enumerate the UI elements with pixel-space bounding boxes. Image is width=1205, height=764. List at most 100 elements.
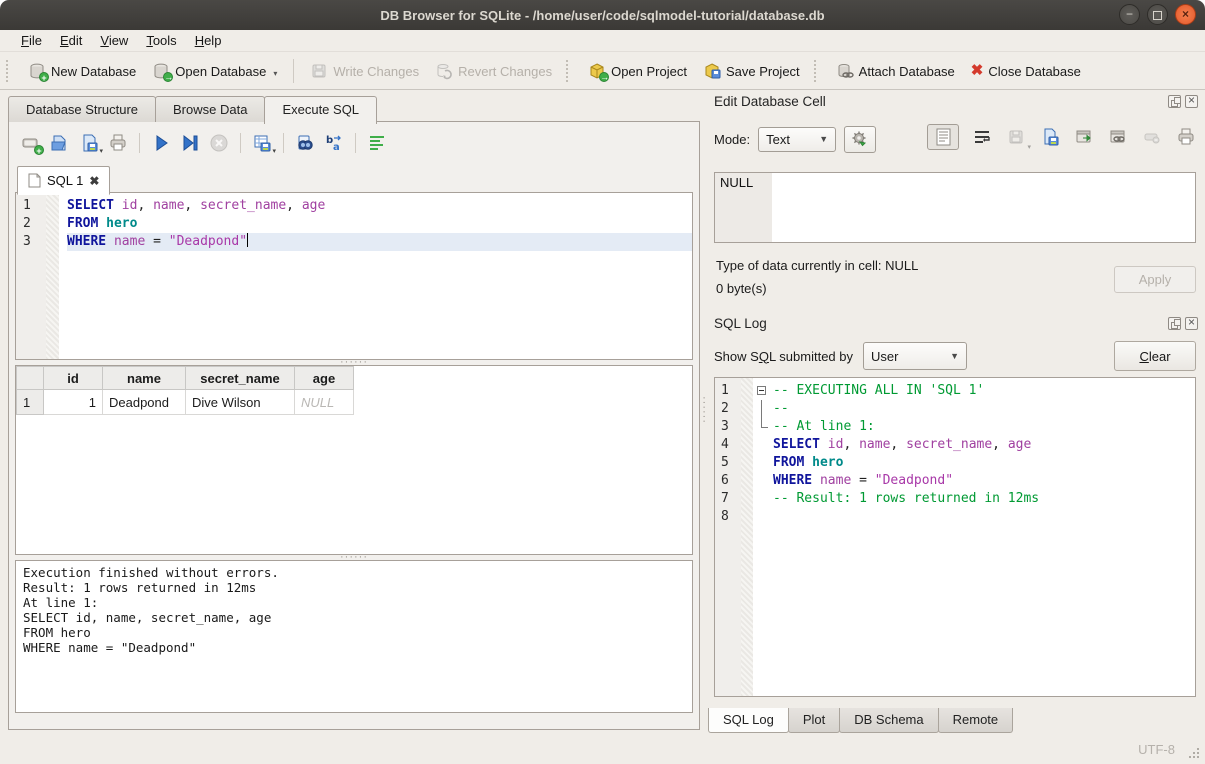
save-results-icon[interactable]: ▾ — [252, 133, 272, 153]
menu-view[interactable]: View — [91, 32, 137, 49]
dock-tab-remote[interactable]: Remote — [938, 708, 1014, 733]
print-cell-icon[interactable] — [1175, 125, 1197, 149]
fold-marker-icon[interactable] — [754, 400, 771, 418]
table-cell[interactable]: Dive Wilson — [186, 390, 295, 415]
toolbar-drag-handle[interactable] — [814, 60, 824, 82]
menu-tools[interactable]: Tools — [137, 32, 185, 49]
svg-text:a: a — [333, 142, 340, 153]
save-results-dropdown-icon[interactable]: ▾ — [272, 147, 276, 155]
toolbar-drag-handle[interactable] — [6, 60, 16, 82]
mode-select[interactable]: Text ▼ — [758, 127, 836, 152]
tab-browse-data[interactable]: Browse Data — [155, 96, 265, 122]
code-line: 4SELECT id, name, secret_name, age — [715, 436, 1195, 454]
window-title: DB Browser for SQLite - /home/user/code/… — [380, 8, 824, 23]
import-file-icon[interactable]: ▾ — [1005, 125, 1027, 149]
write-changes-icon — [310, 62, 328, 80]
tab-execute-sql[interactable]: Execute SQL — [264, 96, 377, 124]
stop-execution-icon[interactable] — [209, 133, 229, 153]
toolbar-drag-handle[interactable] — [566, 60, 576, 82]
execute-current-line-icon[interactable] — [180, 133, 200, 153]
table-cell[interactable]: NULL — [295, 390, 354, 415]
cell-size-info: 0 byte(s) — [716, 281, 767, 296]
close-database-label: Close Database — [988, 64, 1081, 79]
table-row[interactable]: 11DeadpondDive WilsonNULL — [17, 390, 354, 415]
maximize-button[interactable] — [1147, 4, 1168, 25]
column-header-name[interactable]: name — [103, 367, 186, 390]
apply-button[interactable]: Apply — [1114, 266, 1196, 293]
submitted-by-select[interactable]: User ▼ — [863, 342, 967, 370]
column-header-age[interactable]: age — [295, 367, 354, 390]
new-sql-tab-icon[interactable]: + — [21, 133, 41, 153]
write-changes-button[interactable]: Write Changes — [302, 57, 427, 85]
menu-edit[interactable]: Edit — [51, 32, 91, 49]
column-header-id[interactable]: id — [44, 367, 103, 390]
text-mode-icon[interactable] — [927, 124, 959, 150]
open-database-button[interactable]: → Open Database ▾ — [144, 57, 285, 85]
tab-database-structure[interactable]: Database Structure — [8, 96, 156, 122]
attach-database-button[interactable]: Attach Database — [828, 57, 963, 85]
execution-message-box[interactable]: Execution finished without errors. Resul… — [15, 560, 693, 713]
line-number: 1 — [715, 382, 739, 400]
close-database-button[interactable]: ✖ Close Database — [963, 57, 1089, 85]
editor-code-area[interactable]: 1SELECT id, name, secret_name, age2FROM … — [16, 193, 692, 251]
sql-log-close-icon[interactable] — [1185, 317, 1198, 330]
sql-log-view[interactable]: 1-- EXECUTING ALL IN 'SQL 1'2--3-- At li… — [714, 377, 1196, 697]
sql-editor[interactable]: 1SELECT id, name, secret_name, age2FROM … — [15, 192, 693, 360]
encoding-status: UTF-8 — [1138, 742, 1175, 757]
sql-1-tab[interactable]: SQL 1 ✖ — [17, 166, 110, 195]
table-cell[interactable]: 1 — [44, 390, 103, 415]
open-project-button[interactable]: → Open Project — [580, 57, 695, 85]
open-sql-file-icon[interactable] — [50, 133, 70, 153]
print-sql-icon[interactable] — [108, 133, 128, 153]
line-number: 7 — [715, 490, 739, 508]
clear-button[interactable]: Clear — [1114, 341, 1196, 371]
edit-cell-mode-row: Mode: Text ▼ — [714, 126, 876, 152]
close-button[interactable]: × — [1175, 4, 1196, 25]
sql-toolbar-separator — [355, 133, 356, 153]
find-replace-icon[interactable]: ba — [324, 133, 344, 153]
auto-format-icon[interactable] — [367, 133, 387, 153]
project-open-icon: → — [588, 62, 606, 80]
line-number: 5 — [715, 454, 739, 472]
main-toolbar: + New Database → Open Database ▾ Write C… — [0, 53, 1205, 90]
save-project-button[interactable]: Save Project — [695, 57, 808, 85]
save-sql-file-icon[interactable]: ▾ — [79, 133, 99, 153]
save-as-icon[interactable] — [1039, 125, 1061, 149]
revert-changes-button[interactable]: Revert Changes — [427, 57, 560, 85]
execute-all-icon[interactable] — [151, 133, 171, 153]
dock-tab-db-schema[interactable]: DB Schema — [839, 708, 938, 733]
find-icon[interactable] — [295, 133, 315, 153]
results-grid[interactable]: idnamesecret_nameage11DeadpondDive Wilso… — [15, 365, 693, 555]
set-null-icon[interactable] — [1141, 125, 1163, 149]
minimize-button[interactable]: − — [1119, 4, 1140, 25]
resize-grip-icon[interactable] — [1187, 746, 1199, 758]
table-cell[interactable]: Deadpond — [103, 390, 186, 415]
dock-tab-sql-log[interactable]: SQL Log — [708, 708, 789, 733]
line-number: 1 — [16, 197, 45, 215]
attach-database-label: Attach Database — [859, 64, 955, 79]
results-message-splitter[interactable] — [9, 555, 699, 560]
sql-log-float-icon[interactable] — [1168, 317, 1181, 330]
menu-help[interactable]: Help — [186, 32, 231, 49]
dock-tab-plot[interactable]: Plot — [788, 708, 840, 733]
link-icon[interactable] — [1107, 125, 1129, 149]
fold-marker-icon[interactable] — [754, 382, 771, 400]
edit-cell-close-icon[interactable] — [1185, 95, 1198, 108]
open-external-icon[interactable] — [1073, 125, 1095, 149]
menu-file[interactable]: File — [12, 32, 51, 49]
edit-cell-float-icon[interactable] — [1168, 95, 1181, 108]
open-database-dropdown-icon[interactable]: ▾ — [273, 69, 277, 80]
editor-results-splitter[interactable] — [9, 360, 699, 365]
close-sql-tab-icon[interactable]: ✖ — [89, 174, 99, 188]
new-database-button[interactable]: + New Database — [20, 57, 144, 85]
word-wrap-icon[interactable] — [971, 125, 993, 149]
apply-mode-button[interactable] — [844, 126, 876, 153]
row-header[interactable]: 1 — [17, 390, 44, 415]
sql-toolbar-separator — [240, 133, 241, 153]
column-header-secret-name[interactable]: secret_name — [186, 367, 295, 390]
save-sql-dropdown-icon[interactable]: ▾ — [99, 147, 103, 155]
cell-value-editor[interactable]: NULL — [714, 172, 1196, 243]
fold-marker-icon[interactable] — [754, 418, 771, 436]
log-code-area: 1-- EXECUTING ALL IN 'SQL 1'2--3-- At li… — [715, 378, 1195, 526]
dock-tab-bar: SQL LogPlotDB SchemaRemote — [708, 708, 1012, 733]
